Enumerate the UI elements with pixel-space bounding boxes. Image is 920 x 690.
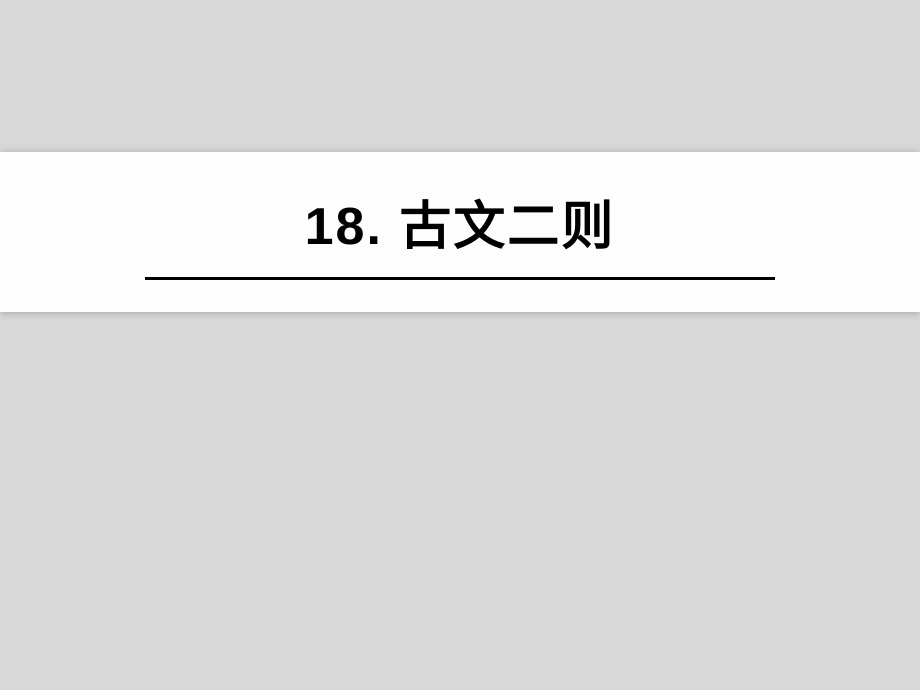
title-underline — [145, 277, 775, 280]
slide-title: 18. 古文二则 — [305, 184, 616, 259]
title-band: 18. 古文二则 — [0, 152, 920, 312]
